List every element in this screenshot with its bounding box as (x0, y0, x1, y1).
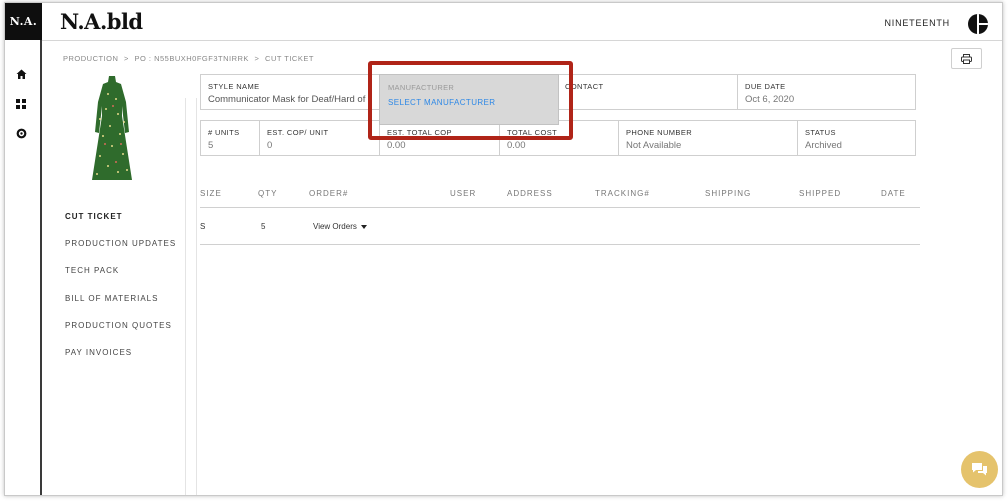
est-cop-unit-value: 0 (267, 140, 273, 151)
nav-tech-pack[interactable]: TECH PACK (65, 264, 176, 291)
est-cop-unit-cell: EST. COP/ UNIT 0 (259, 120, 380, 156)
caret-down-icon (360, 224, 367, 229)
contact-cell: CONTACT (558, 74, 738, 110)
breadcrumb-separator: > (254, 54, 260, 63)
breadcrumb: PRODUCTION > PO : N55BUXH0FGF3TNIRRK > C… (63, 54, 317, 63)
total-cost-value: 0.00 (507, 140, 526, 151)
icon-rail: N.A. (5, 3, 42, 495)
table-row: S 5 View Orders (200, 209, 920, 245)
qty-cell: 5 (261, 222, 266, 231)
total-cost-cell: TOTAL COST 0.00 (499, 120, 619, 156)
column-header: DATE (881, 189, 906, 198)
view-orders-label: View Orders (313, 222, 357, 231)
logo[interactable]: N.A. (5, 3, 42, 40)
nav-bill-of-materials[interactable]: BILL OF MATERIALS (65, 292, 176, 319)
style-name-label: STYLE NAME (208, 82, 260, 91)
account-name[interactable]: NINETEENTH (884, 18, 950, 28)
column-header: QTY (258, 189, 278, 198)
manufacturer-cell[interactable]: MANUFACTURER SELECT MANUFACTURER (379, 74, 559, 125)
home-icon[interactable] (13, 66, 29, 82)
divider-column (185, 98, 197, 495)
brand-logo[interactable]: N.A.bld (60, 9, 143, 34)
units-cell: # UNITS 5 (200, 120, 260, 156)
chat-button[interactable] (961, 451, 998, 488)
select-manufacturer-link[interactable]: SELECT MANUFACTURER (388, 98, 495, 107)
status-cell: STATUS Archived (797, 120, 916, 156)
printer-icon (961, 53, 972, 64)
gear-icon[interactable] (13, 125, 29, 141)
view-orders-dropdown[interactable]: View Orders (313, 222, 367, 231)
breadcrumb-production[interactable]: PRODUCTION (63, 54, 118, 63)
nav-pay-invoices[interactable]: PAY INVOICES (65, 346, 176, 373)
size-cell: S (200, 222, 206, 231)
due-date-cell: DUE DATE Oct 6, 2020 (737, 74, 916, 110)
product-image (88, 74, 136, 184)
nav-production-quotes[interactable]: PRODUCTION QUOTES (65, 319, 176, 346)
column-header: TRACKING# (595, 189, 650, 198)
print-button[interactable] (951, 48, 982, 69)
avatar[interactable] (968, 14, 988, 34)
app-window: N.A. N.A.bld NINETEENTH PRODUCTION > PO … (4, 2, 1003, 496)
column-header: ADDRESS (507, 189, 553, 198)
nav-production-updates[interactable]: PRODUCTION UPDATES (65, 237, 176, 264)
chat-icon (972, 463, 987, 476)
manufacturer-label: MANUFACTURER (388, 83, 455, 92)
nav-cut-ticket[interactable]: CUT TICKET (65, 210, 176, 237)
total-cost-label: TOTAL COST (507, 128, 558, 137)
est-cop-unit-label: EST. COP/ UNIT (267, 128, 329, 137)
table-header: SIZE QTY ORDER# USER ADDRESS TRACKING# S… (200, 185, 920, 208)
column-header: USER (450, 189, 477, 198)
status-value: Archived (805, 140, 842, 151)
column-header: SIZE (200, 189, 222, 198)
contact-label: CONTACT (565, 82, 604, 91)
breadcrumb-po[interactable]: PO : N55BUXH0FGF3TNIRRK (135, 54, 249, 63)
side-nav: CUT TICKET PRODUCTION UPDATES TECH PACK … (65, 210, 176, 373)
phone-value: Not Available (626, 140, 682, 151)
est-total-cop-label: EST. TOTAL COP (387, 128, 452, 137)
est-total-cop-value: 0.00 (387, 140, 406, 151)
units-label: # UNITS (208, 128, 240, 137)
status-label: STATUS (805, 128, 836, 137)
phone-label: PHONE NUMBER (626, 128, 693, 137)
due-date-value: Oct 6, 2020 (745, 94, 795, 105)
phone-cell: PHONE NUMBER Not Available (618, 120, 798, 156)
style-name-cell: STYLE NAME Communicator Mask for Deaf/Ha… (200, 74, 380, 110)
due-date-label: DUE DATE (745, 82, 786, 91)
column-header: ORDER# (309, 189, 349, 198)
top-bar: N.A.bld NINETEENTH (42, 3, 1002, 41)
column-header: SHIPPING (705, 189, 752, 198)
column-header: SHIPPED (799, 189, 842, 198)
style-name-value: Communicator Mask for Deaf/Hard of H (208, 94, 372, 105)
breadcrumb-separator: > (124, 54, 129, 63)
est-total-cop-cell: EST. TOTAL COP 0.00 (379, 120, 500, 156)
breadcrumb-current: CUT TICKET (265, 54, 314, 63)
grid-icon[interactable] (13, 96, 29, 112)
units-value: 5 (208, 140, 214, 151)
